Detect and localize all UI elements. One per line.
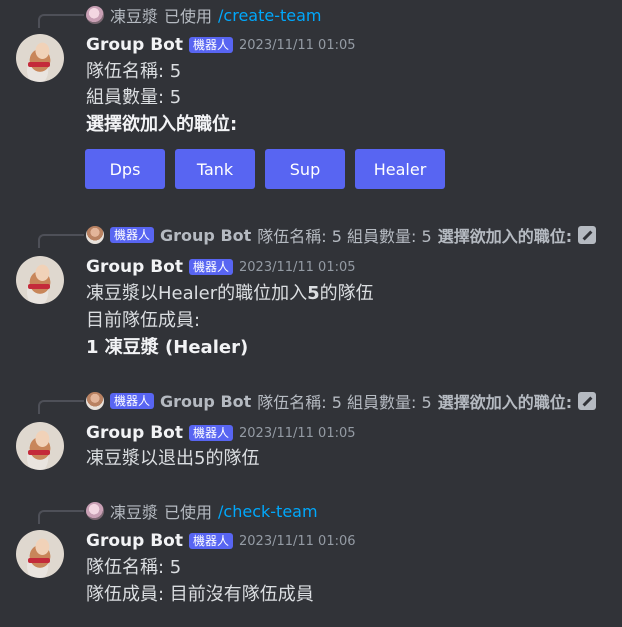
bot-avatar-icon[interactable] <box>86 226 104 244</box>
reply-action: 已使用 <box>164 503 213 522</box>
message-header: Group Bot 機器人 2023/11/11 01:05 <box>86 422 356 444</box>
reply-connector <box>38 14 84 28</box>
bot-avatar[interactable] <box>16 256 64 304</box>
author-name[interactable]: Group Bot <box>86 531 183 551</box>
author-name[interactable]: Group Bot <box>86 257 183 277</box>
command-link[interactable]: /create-team <box>218 6 321 25</box>
timestamp: 2023/11/11 01:05 <box>239 425 356 441</box>
message-line: 凍豆漿以Healer的職位加入5的隊伍 <box>86 282 374 306</box>
bot-avatar[interactable] <box>16 422 64 470</box>
reply-connector <box>38 510 84 524</box>
message-line: 隊伍名稱: 5 <box>86 61 182 82</box>
timestamp: 2023/11/11 01:05 <box>239 259 356 275</box>
author-name[interactable]: Group Bot <box>86 35 183 55</box>
reply-preview[interactable]: 凍豆漿 已使用 /check-team <box>86 500 318 522</box>
message-line: 目前隊伍成員: <box>86 310 201 331</box>
line-text: 凍豆漿以Healer的職位加入 <box>86 283 308 304</box>
message-line: 凍豆漿以退出5的隊伍 <box>86 448 260 469</box>
tank-button[interactable]: Tank <box>175 149 255 189</box>
message-line: 組員數量: 5 <box>86 87 182 108</box>
bot-badge: 機器人 <box>188 425 233 441</box>
bot-avatar[interactable] <box>16 530 64 578</box>
bot-badge: 機器人 <box>110 393 155 409</box>
reply-text: 隊伍名稱: 5 組員數量: 5 <box>257 393 432 412</box>
healer-button[interactable]: Healer <box>355 149 445 189</box>
command-link[interactable]: /check-team <box>218 502 318 521</box>
reply-text: 隊伍名稱: 5 組員數量: 5 <box>257 227 432 246</box>
edit-icon <box>578 226 597 244</box>
timestamp: 2023/11/11 01:05 <box>239 37 356 53</box>
message-line: 1 凍豆漿 (Healer) <box>86 337 249 358</box>
dps-button[interactable]: Dps <box>85 149 165 189</box>
message-line: 隊伍名稱: 5 <box>86 557 182 578</box>
bot-badge: 機器人 <box>188 259 233 275</box>
bot-avatar[interactable] <box>16 34 64 82</box>
message-header: Group Bot 機器人 2023/11/11 01:05 <box>86 256 356 278</box>
reply-action: 已使用 <box>164 7 213 26</box>
message-header: Group Bot 機器人 2023/11/11 01:06 <box>86 530 356 552</box>
reply-username[interactable]: Group Bot <box>160 226 251 245</box>
reply-text-bold: 選擇欲加入的職位: <box>437 393 573 412</box>
bot-badge: 機器人 <box>188 533 233 549</box>
reply-preview[interactable]: 機器人 Group Bot 隊伍名稱: 5 組員數量: 5 選擇欲加入的職位: <box>86 390 597 412</box>
user-avatar-icon[interactable] <box>86 502 104 520</box>
message-header: Group Bot 機器人 2023/11/11 01:05 <box>86 34 356 56</box>
user-avatar-icon[interactable] <box>86 6 104 24</box>
bot-badge: 機器人 <box>188 37 233 53</box>
author-name[interactable]: Group Bot <box>86 423 183 443</box>
reply-username[interactable]: Group Bot <box>160 392 251 411</box>
edit-icon <box>578 392 597 410</box>
reply-username[interactable]: 凍豆漿 <box>110 3 158 27</box>
reply-preview[interactable]: 機器人 Group Bot 隊伍名稱: 5 組員數量: 5 選擇欲加入的職位: <box>86 224 597 246</box>
reply-username[interactable]: 凍豆漿 <box>110 499 158 523</box>
bot-avatar-icon[interactable] <box>86 392 104 410</box>
timestamp: 2023/11/11 01:06 <box>239 533 356 549</box>
reply-text-bold: 選擇欲加入的職位: <box>437 227 573 246</box>
message-line: 選擇欲加入的職位: <box>86 114 238 135</box>
sup-button[interactable]: Sup <box>265 149 345 189</box>
reply-preview[interactable]: 凍豆漿 已使用 /create-team <box>86 4 322 26</box>
reply-connector <box>38 234 84 248</box>
line-text-bold: 5 <box>307 283 320 304</box>
message-line: 隊伍成員: 目前沒有隊伍成員 <box>86 584 314 605</box>
bot-badge: 機器人 <box>110 227 155 243</box>
reply-connector <box>38 400 84 414</box>
line-text: 的隊伍 <box>319 283 374 304</box>
